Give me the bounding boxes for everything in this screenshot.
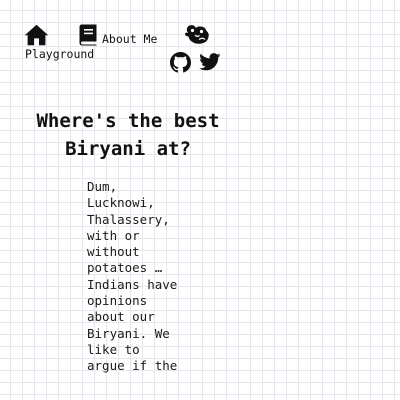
home-icon bbox=[24, 24, 49, 46]
otter-icon bbox=[183, 24, 210, 46]
twitter-link[interactable] bbox=[199, 53, 221, 71]
twitter-icon bbox=[199, 53, 221, 71]
home-link[interactable] bbox=[24, 24, 49, 46]
page: { "nav": { "home_icon": "home-icon", "bo… bbox=[0, 0, 400, 400]
otter-link[interactable] bbox=[183, 24, 210, 46]
github-link[interactable] bbox=[170, 52, 191, 73]
github-icon bbox=[170, 52, 191, 73]
about-me-icon-link[interactable] bbox=[79, 24, 97, 46]
article-title: Where's the best Biryani at? bbox=[36, 110, 220, 160]
about-me-link[interactable]: About Me bbox=[102, 32, 157, 46]
article-body: Dum, Lucknowi, Thalassery, with or witho… bbox=[87, 179, 178, 374]
playground-link[interactable]: Playground bbox=[25, 47, 94, 61]
book-icon bbox=[79, 24, 97, 46]
